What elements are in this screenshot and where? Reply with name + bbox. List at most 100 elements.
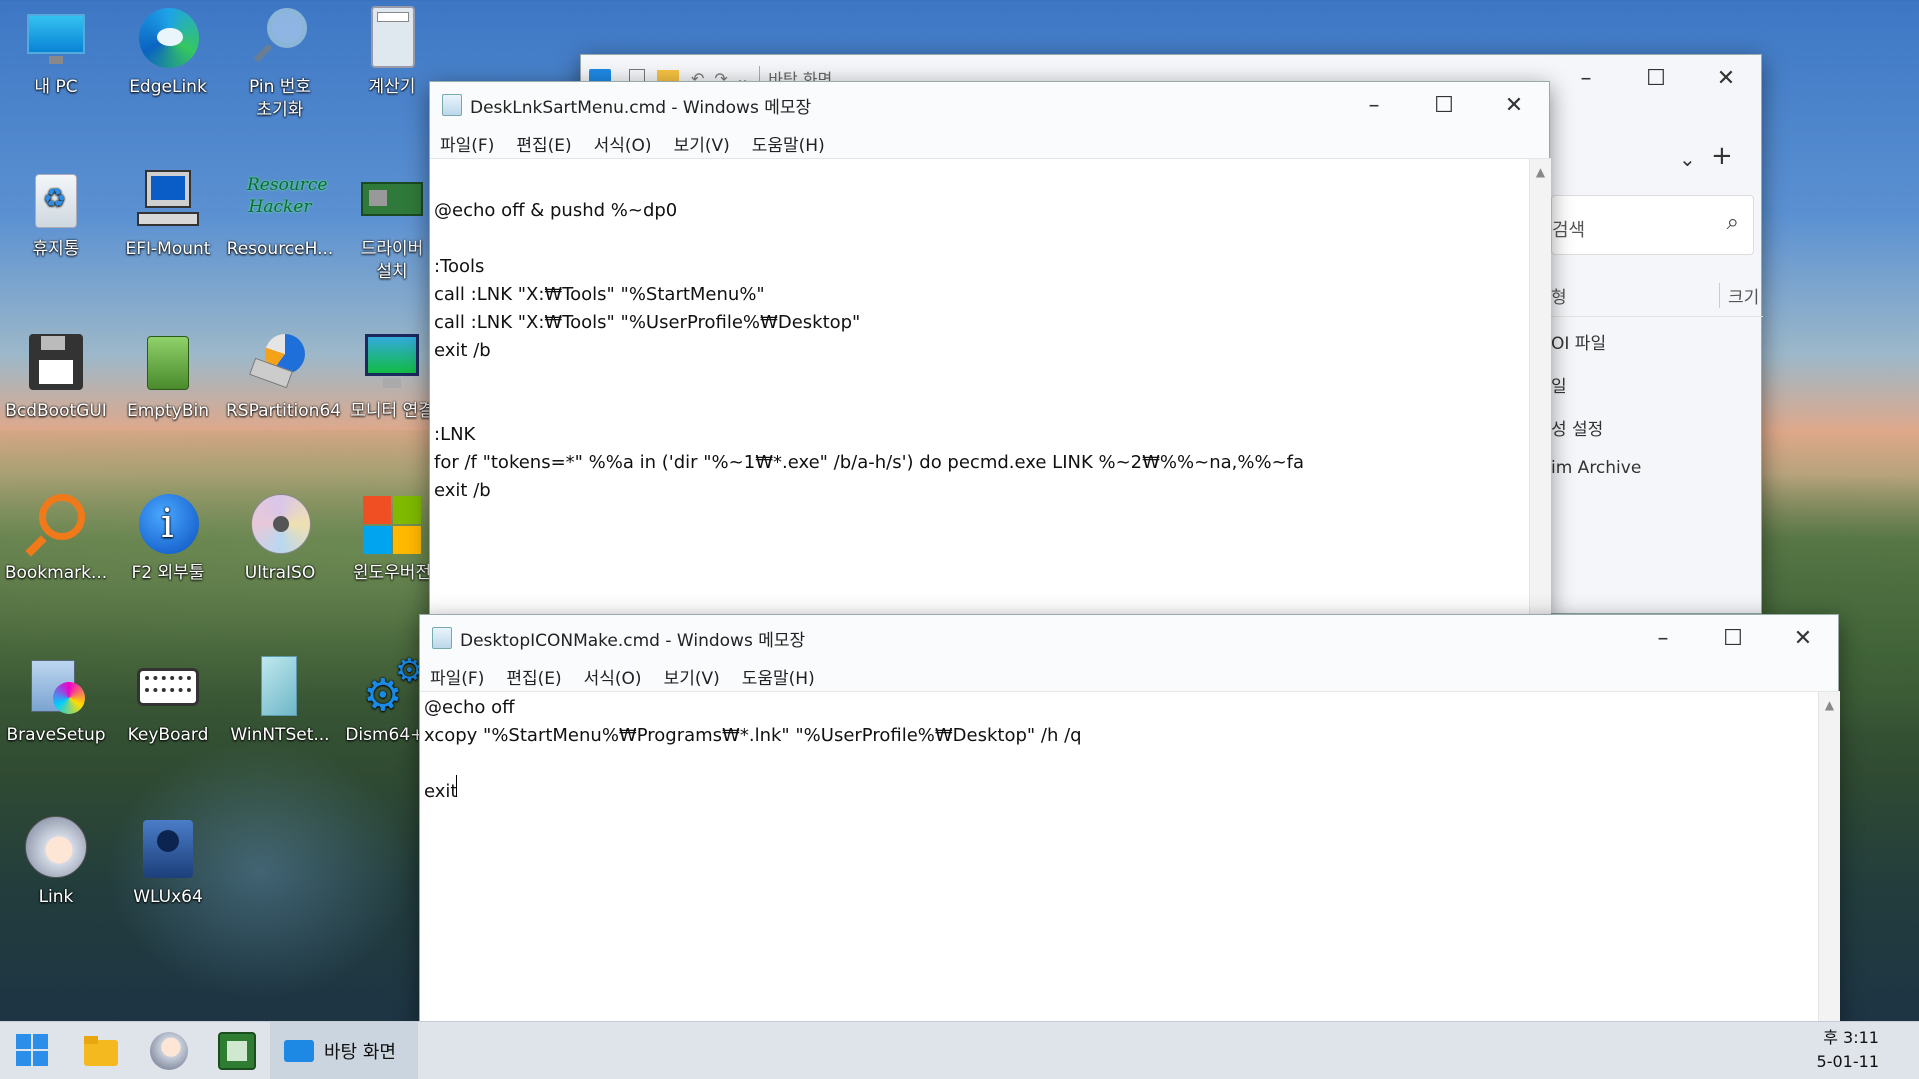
menu-bar: 파일(F) 편집(E) 서식(O) 보기(V) 도움말(H) — [430, 128, 1549, 158]
search-box[interactable]: 검색 ⌕ — [1551, 195, 1754, 255]
desktop-icon-label: WLUx64 — [133, 887, 203, 907]
search-input[interactable]: 검색 — [1552, 220, 1585, 241]
desktop-icon-label: EdgeLink — [129, 77, 207, 97]
desktop-icon[interactable]: EdgeLink — [114, 0, 222, 99]
search-icon[interactable]: ⌕ — [1727, 210, 1739, 235]
maximize-button[interactable]: ☐ — [1409, 82, 1479, 128]
desktop-icon-label: ResourceH... — [226, 239, 334, 259]
minimize-button[interactable]: – — [1551, 55, 1621, 101]
text-area[interactable]: @echo off & pushd %~dp0 :Tools call :LNK… — [430, 158, 1551, 623]
window-title: DeskLnkSartMenu.cmd - Windows 메모장 — [470, 97, 812, 118]
close-button[interactable]: ✕ — [1691, 55, 1761, 101]
desktop-icon-label: RSPartition64 — [226, 401, 342, 421]
desktop-icon[interactable]: RSPartition64 — [226, 324, 342, 423]
close-button[interactable]: ✕ — [1768, 615, 1838, 661]
menu-file[interactable]: 파일(F) — [430, 664, 484, 689]
notepad-titlebar[interactable]: DesktopICONMake.cmd - Windows 메모장 – ☐ ✕ — [420, 615, 1838, 661]
desktop-icon[interactable]: EmptyBin — [114, 324, 222, 423]
list-item[interactable]: OI 파일 — [1551, 329, 1606, 354]
editor-text[interactable]: @echo off & pushd %~dp0 :Tools call :LNK… — [434, 169, 1304, 505]
desktop-icon-label: 휴지통 — [32, 239, 80, 259]
menu-format[interactable]: 서식(O) — [584, 664, 642, 689]
old-computer-icon — [135, 168, 201, 234]
menu-view[interactable]: 보기(V) — [674, 131, 730, 156]
taskbar: 바탕 화면 후 3:11 5-01-11 — [0, 1021, 1919, 1079]
desktop-icon-label: UltraISO — [244, 563, 316, 583]
minimize-button[interactable]: – — [1339, 82, 1409, 128]
close-button[interactable]: ✕ — [1479, 82, 1549, 128]
menu-view[interactable]: 보기(V) — [664, 664, 720, 689]
desktop-icon[interactable]: 내 PC — [2, 0, 110, 99]
desktop-icon-label: BraveSetup — [6, 725, 106, 745]
file-explorer-icon[interactable] — [82, 1032, 120, 1070]
vertical-scrollbar[interactable]: ▲ — [1529, 159, 1551, 623]
notepad-window-1[interactable]: DeskLnkSartMenu.cmd - Windows 메모장 – ☐ ✕ … — [429, 81, 1551, 623]
anime-avatar-icon[interactable] — [150, 1032, 188, 1070]
new-tab-icon[interactable]: + — [1711, 141, 1733, 171]
scroll-up-icon[interactable]: ▲ — [1819, 698, 1840, 712]
floppy-disk-icon — [23, 330, 89, 396]
notepad-icon — [432, 627, 452, 649]
desktop-icon[interactable]: Resource Hacker ResourceH... — [226, 162, 334, 261]
desktop-icon[interactable]: EFI-Mount — [114, 162, 222, 261]
resource-hacker-icon: Resource Hacker — [247, 175, 328, 217]
text-cursor — [456, 775, 457, 797]
maximize-button[interactable]: ☐ — [1621, 55, 1691, 101]
desktop-icon-label: Link — [38, 887, 74, 907]
desktop-icon[interactable]: ♻ 휴지통 — [2, 162, 110, 261]
menu-format[interactable]: 서식(O) — [594, 131, 652, 156]
desktop-icon[interactable]: i F2 외부툴 — [114, 486, 222, 585]
menu-help[interactable]: 도움말(H) — [742, 664, 815, 689]
desktop-icon-label: KeyBoard — [127, 725, 209, 745]
gears-icon: ⚙ ⚙ — [363, 651, 424, 721]
recycle-bin-icon: ♻ — [23, 168, 89, 234]
scroll-up-icon[interactable]: ▲ — [1530, 165, 1551, 179]
desktop-icon-label: WinNTSet... — [230, 725, 330, 745]
edge-icon — [135, 6, 201, 72]
system-clock[interactable]: 후 3:11 5-01-11 — [1817, 1026, 1879, 1074]
desktop-icon[interactable]: Link — [2, 810, 110, 909]
info-icon: i — [135, 492, 201, 558]
list-item[interactable]: 일 — [1551, 372, 1567, 397]
circuit-board-icon — [359, 168, 425, 234]
menu-edit[interactable]: 편집(E) — [506, 664, 561, 689]
desktop-icon[interactable]: WLUx64 — [114, 810, 222, 909]
column-size[interactable]: 크기 — [1719, 283, 1759, 308]
column-type[interactable]: 형 — [1551, 283, 1567, 308]
notepad-titlebar[interactable]: DeskLnkSartMenu.cmd - Windows 메모장 – ☐ ✕ — [430, 82, 1549, 128]
magnifier-icon — [247, 6, 313, 72]
desktop-icon-label: F2 외부툴 — [131, 563, 205, 583]
windows-logo-icon — [359, 492, 425, 558]
list-item[interactable]: 성 설정 — [1551, 415, 1603, 440]
monitor-icon — [23, 6, 89, 72]
editor-text[interactable]: @echo off xcopy "%StartMenu%₩Programs₩*.… — [424, 694, 1082, 806]
menu-help[interactable]: 도움말(H) — [752, 131, 825, 156]
minimize-button[interactable]: – — [1628, 615, 1698, 661]
notepad-window-2[interactable]: DesktopICONMake.cmd - Windows 메모장 – ☐ ✕ … — [419, 614, 1840, 1079]
calculator-icon — [359, 6, 425, 72]
monitor-arrow-icon — [359, 330, 425, 396]
setup-box-icon — [23, 654, 89, 720]
keyboard-icon — [135, 654, 201, 720]
desktop-icon[interactable]: WinNTSet... — [226, 648, 334, 747]
menu-edit[interactable]: 편집(E) — [516, 131, 571, 156]
desktop-icon[interactable]: BcdBootGUI — [2, 324, 110, 423]
maximize-button[interactable]: ☐ — [1698, 615, 1768, 661]
notepad-icon — [442, 94, 462, 116]
desktop-icon[interactable]: Bookmark... — [2, 486, 110, 585]
start-button[interactable] — [14, 1032, 52, 1070]
desktop-icon[interactable]: BraveSetup — [2, 648, 110, 747]
desktop-icon[interactable]: Pin 번호 초기화 — [226, 0, 334, 122]
terminal-icon[interactable] — [218, 1032, 256, 1070]
folder-icon — [284, 1040, 314, 1062]
menu-file[interactable]: 파일(F) — [440, 131, 494, 156]
desktop-icon-label: 내 PC — [34, 77, 78, 97]
taskbar-explorer-app[interactable]: 바탕 화면 — [270, 1022, 418, 1079]
desktop-icon[interactable]: UltraISO — [226, 486, 334, 585]
list-item[interactable]: im Archive — [1551, 458, 1641, 478]
anime-avatar-icon — [23, 816, 89, 882]
chevron-down-icon[interactable]: ⌄ — [1679, 147, 1696, 171]
desktop-icon[interactable]: KeyBoard — [114, 648, 222, 747]
user-profile-icon — [135, 816, 201, 882]
desktop-icon-label: Pin 번호 초기화 — [248, 77, 312, 120]
